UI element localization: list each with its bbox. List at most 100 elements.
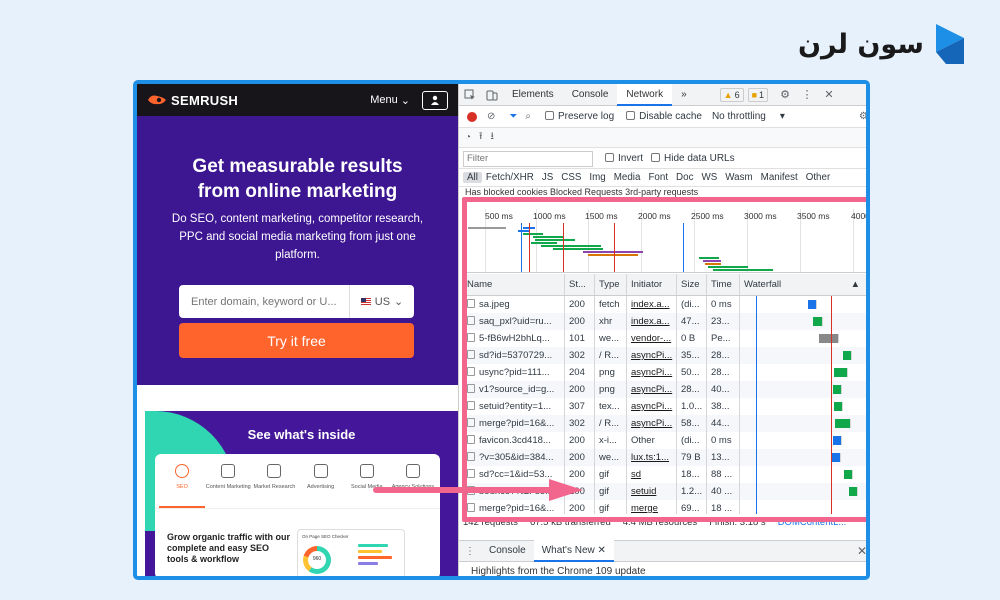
- tab-market-research[interactable]: Market Research: [251, 462, 297, 508]
- social-media-icon: [359, 464, 374, 478]
- export-har-icon[interactable]: ⭳: [491, 129, 495, 146]
- seo-icon: [175, 464, 190, 478]
- tab-label: Advertising: [306, 484, 335, 490]
- tab-label: Content Marketing: [205, 484, 251, 490]
- domain-input[interactable]: [179, 285, 349, 318]
- checkbox-icon: [651, 153, 661, 162]
- inside-title: See what's inside: [247, 427, 356, 442]
- drawer-tab-console[interactable]: Console: [481, 540, 534, 562]
- hide-data-urls-checkbox[interactable]: Hide data URLs: [651, 153, 735, 164]
- preserve-log-checkbox[interactable]: Preserve log: [545, 111, 614, 122]
- type-filter-wasm[interactable]: Wasm: [721, 172, 756, 183]
- tab-advertising[interactable]: Advertising: [298, 462, 344, 508]
- drawer-tab-whats-new[interactable]: What's New ✕: [533, 540, 614, 562]
- hero-subtitle: Do SEO, content marketing, competitor re…: [171, 213, 424, 261]
- clear-icon[interactable]: ⊘: [487, 111, 495, 122]
- search-icon[interactable]: ⌕: [525, 111, 531, 122]
- sevenlearn-logo: سون لرن: [798, 24, 964, 64]
- type-filter-doc[interactable]: Doc: [672, 172, 697, 183]
- market-research-icon: [267, 464, 282, 478]
- mini-bar: [358, 556, 392, 559]
- type-filter-manifest[interactable]: Manifest: [757, 172, 802, 183]
- close-icon[interactable]: ✕: [598, 545, 606, 556]
- filter-icon[interactable]: ⏷: [509, 111, 517, 122]
- tab-console[interactable]: Console: [563, 84, 618, 106]
- whats-new-highlights: Highlights from the Chrome 109 update: [471, 566, 646, 577]
- drawer-tab-label: What's New: [541, 545, 595, 556]
- device-toolbar-icon[interactable]: [481, 84, 503, 106]
- drawer-menu-icon[interactable]: ⋮: [459, 546, 481, 557]
- network-settings-gear-icon[interactable]: ⚙: [859, 111, 866, 122]
- semrush-flame-icon: [148, 95, 166, 105]
- user-icon: [431, 95, 439, 105]
- cookie-filter-row[interactable]: Has blocked cookies Blocked Requests 3rd…: [459, 187, 866, 197]
- issues-count: 1: [759, 89, 765, 100]
- type-filter-js[interactable]: JS: [538, 172, 557, 183]
- semrush-logo[interactable]: SEMRUSH: [147, 93, 238, 108]
- network-conditions-icon[interactable]: ◔: [465, 132, 471, 143]
- mini-bar: [358, 544, 388, 547]
- mini-bar: [358, 562, 378, 565]
- record-icon[interactable]: [467, 111, 477, 122]
- warning-icon: ▲: [723, 89, 733, 100]
- invert-checkbox[interactable]: Invert: [605, 153, 643, 164]
- menu-label: Menu: [370, 94, 398, 106]
- type-filter-all[interactable]: All: [463, 172, 482, 183]
- semrush-page: SEMRUSH Menu ⌄ Get measurable results fr…: [137, 84, 458, 576]
- disable-cache-label: Disable cache: [639, 111, 702, 122]
- menu-button[interactable]: Menu ⌄: [370, 94, 410, 107]
- country-value: US: [374, 295, 391, 308]
- checkbox-icon: [545, 111, 554, 120]
- tab-label: SEO: [176, 484, 188, 490]
- devtools-tabbar: Elements Console Network » ▲ 6 ■ 1 ⚙ ⋮ ✕: [459, 84, 866, 106]
- type-filter-ws[interactable]: WS: [697, 172, 721, 183]
- checkbox-icon: [626, 111, 636, 120]
- type-filter-other[interactable]: Other: [802, 172, 835, 183]
- throttling-select[interactable]: No throttling ▾: [712, 111, 785, 122]
- hero-title: Get measurable results from online marke…: [137, 154, 458, 204]
- type-filter-media[interactable]: Media: [610, 172, 645, 183]
- type-filter-img[interactable]: Img: [585, 172, 609, 183]
- screenshot-frame: SEMRUSH Menu ⌄ Get measurable results fr…: [133, 80, 870, 580]
- donut-value: 960: [312, 556, 322, 562]
- invert-label: Invert: [618, 153, 644, 164]
- warnings-count: 6: [734, 89, 740, 100]
- type-filter-fetch-xhr[interactable]: Fetch/XHR: [482, 172, 538, 183]
- filter-row: Invert Hide data URLs: [459, 149, 866, 169]
- import-har-icon[interactable]: ⭱: [479, 129, 483, 146]
- issues-badge[interactable]: ■ 1: [747, 87, 769, 102]
- tab-content-marketing[interactable]: Content Marketing: [205, 462, 251, 508]
- arrow-icon: [373, 479, 583, 501]
- chevron-down-icon: ⌄: [400, 94, 410, 107]
- advertising-icon: [313, 464, 328, 478]
- hero-title-line-1: Get measurable results: [192, 156, 403, 177]
- checkbox-icon: [605, 153, 614, 162]
- disable-cache-checkbox[interactable]: Disable cache: [626, 111, 702, 122]
- inspect-element-icon[interactable]: [459, 84, 481, 106]
- highlight-box: [462, 197, 866, 522]
- gear-icon[interactable]: ⚙: [774, 84, 796, 106]
- hero-title-line-2: from online marketing: [197, 181, 398, 202]
- country-select[interactable]: US ⌄: [349, 285, 414, 318]
- more-tabs-button[interactable]: »: [672, 84, 696, 106]
- tab-network[interactable]: Network: [617, 84, 673, 106]
- throttling-value: No throttling: [711, 111, 766, 122]
- close-icon[interactable]: ✕: [818, 84, 840, 106]
- type-filter-css[interactable]: CSS: [557, 172, 585, 183]
- user-button[interactable]: [422, 90, 448, 110]
- site-header: SEMRUSH Menu ⌄: [137, 84, 458, 116]
- score-donut: 960: [303, 546, 331, 574]
- grow-text: Grow organic traffic with our complete a…: [167, 532, 291, 564]
- hide-data-urls-label: Hide data URLs: [664, 153, 735, 164]
- tab-label: Market Research: [253, 484, 296, 490]
- tab-seo[interactable]: SEO: [159, 462, 206, 508]
- features-card: SEO Content Marketing Market Research Ad…: [155, 454, 440, 576]
- filter-input[interactable]: [463, 150, 593, 167]
- agency-solutions-icon: [405, 464, 420, 478]
- kebab-menu-icon[interactable]: ⋮: [796, 84, 818, 106]
- try-it-free-button[interactable]: Try it free: [179, 323, 414, 358]
- warnings-badge[interactable]: ▲ 6: [719, 87, 744, 102]
- type-filter-font[interactable]: Font: [644, 172, 672, 183]
- tab-elements[interactable]: Elements: [503, 84, 563, 106]
- close-drawer-icon[interactable]: ✕: [857, 544, 866, 558]
